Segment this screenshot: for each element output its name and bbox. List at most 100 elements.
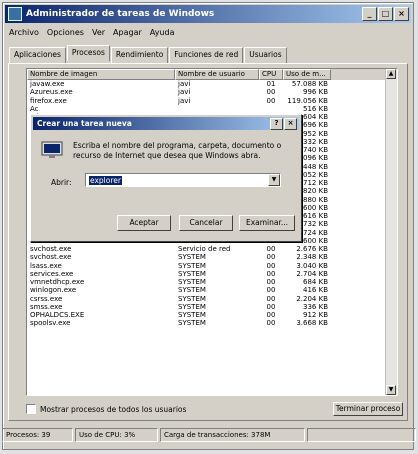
show-all-users-checkbox[interactable] [26,404,36,414]
dialog-close-button[interactable]: × [284,118,297,130]
table-row[interactable]: vmnetdhcp.exe SYSTEM 00 684 KB [27,278,397,286]
dialog-title-bar[interactable]: Crear una tarea nueva ? × [33,117,299,130]
cell-user-name: SYSTEM [178,269,206,278]
cell-memory: 684 KB [303,278,328,286]
cell-cpu: 00 [266,253,276,262]
tab-aplicaciones[interactable]: Aplicaciones [9,47,66,63]
column-header-user-name[interactable]: Nombre de usuario [175,69,259,80]
open-label: Abrir: [51,178,72,187]
cancel-button[interactable]: Cancelar [179,215,233,231]
tab-funciones-de-red[interactable]: Funciones de red [169,47,244,63]
ok-button[interactable]: Aceptar [117,215,171,231]
create-new-task-dialog: Crear una tarea nueva ? × Escriba el nom… [30,114,302,242]
cell-cpu: 01 [266,80,276,88]
scroll-up-icon[interactable]: ▲ [386,69,396,79]
cell-user-name: SYSTEM [178,261,206,270]
dialog-help-button[interactable]: ? [270,118,283,130]
cell-image-name: lsass.exe [30,261,62,270]
status-cpu-usage: Uso de CPU: 3% [75,428,158,442]
combo-dropdown-icon[interactable]: ▼ [268,174,280,186]
table-row[interactable]: spoolsv.exe SYSTEM 00 3.668 KB [27,319,397,327]
table-row[interactable]: firefox.exe javi 00 119.056 KB [27,97,397,105]
cell-cpu [259,105,283,113]
cell-image-name: Azureus.exe [30,88,73,97]
cell-cpu: 00 [266,311,276,319]
cell-user-name: SYSTEM [178,278,206,286]
cell-cpu: 00 [266,319,276,328]
cell-cpu: 00 [266,302,276,311]
cell-user-name: SYSTEM [178,311,206,319]
table-row[interactable]: services.exe SYSTEM 00 2.704 KB [27,270,397,278]
table-row[interactable]: svchost.exe SYSTEM 00 2.348 KB [27,253,397,261]
cell-user-name: SYSTEM [178,319,206,328]
status-bar: Procesos: 39 Uso de CPU: 3% Carga de tra… [2,428,416,442]
cell-image-name: winlogon.exe [30,286,77,295]
menu-ayuda[interactable]: Ayuda [150,28,175,37]
cell-image-name: svchost.exe [30,245,72,253]
table-row[interactable]: smss.exe SYSTEM 00 336 KB [27,303,397,311]
close-button[interactable]: × [394,7,409,21]
process-list-header: Nombre de imagen Nombre de usuario CPU U… [27,69,397,80]
dialog-description: Escriba el nombre del programa, carpeta,… [73,141,282,160]
cell-image-name: csrss.exe [30,294,63,303]
table-row[interactable]: csrss.exe SYSTEM 00 2.204 KB [27,295,397,303]
vertical-scrollbar[interactable]: ▲ ▼ [385,69,397,395]
table-row[interactable]: OPHALDCS.EXE SYSTEM 00 912 KB [27,311,397,319]
cell-user-name: SYSTEM [178,286,206,295]
table-row[interactable]: javaw.exe javi 01 57.088 KB [27,80,397,88]
cell-image-name: Ac [30,104,39,113]
cell-cpu: 00 [266,88,276,97]
table-row[interactable]: Azureus.exe javi 00 996 KB [27,88,397,96]
minimize-button[interactable]: _ [362,7,377,21]
cell-cpu: 00 [266,96,276,105]
cell-user-name: javi [178,96,191,105]
status-commit-charge: Carga de transacciones: 378M [160,428,305,442]
column-header-cpu[interactable]: CPU [259,69,283,80]
cell-cpu: 00 [266,269,276,278]
cell-image-name: firefox.exe [30,96,67,105]
cell-memory: 2.676 KB [296,245,328,253]
table-row[interactable]: svchost.exe Servicio de red 00 2.676 KB [27,245,397,253]
table-row[interactable]: Ac 516 KB [27,105,397,113]
scroll-down-icon[interactable]: ▼ [386,385,396,395]
window-title: Administrador de tareas de Windows [26,9,215,19]
cell-image-name: smss.exe [30,302,63,311]
maximize-button[interactable]: □ [378,7,393,21]
cell-memory: 119.056 KB [287,96,328,105]
column-header-image-name[interactable]: Nombre de imagen [27,69,175,80]
menu-ver[interactable]: Ver [92,28,105,37]
cell-memory: 2.204 KB [296,294,328,303]
tab-usuarios[interactable]: Usuarios [244,47,287,63]
cell-user-name: javi [178,88,191,97]
cell-memory: 416 KB [303,286,328,295]
tab-strip: Aplicaciones Procesos Rendimiento Funcio… [9,45,288,63]
cell-user-name: SYSTEM [178,302,206,311]
cell-cpu: 00 [266,286,276,295]
cell-user-name [175,105,259,113]
cell-image-name: svchost.exe [30,253,72,262]
cell-image-name: OPHALDCS.EXE [30,311,85,319]
table-row[interactable]: winlogon.exe SYSTEM 00 416 KB [27,286,397,294]
title-bar[interactable]: Administrador de tareas de Windows _ □ × [5,5,411,23]
cell-cpu: 00 [266,294,276,303]
open-input-value[interactable]: explorer [89,176,122,185]
menu-bar: Archivo Opciones Ver Apagar Ayuda [5,25,411,39]
open-combobox[interactable]: explorer ▼ [85,173,281,187]
show-all-users-option[interactable]: Mostrar procesos de todos los usuarios [26,404,186,414]
tab-procesos[interactable]: Procesos [66,45,110,61]
table-row[interactable]: lsass.exe SYSTEM 00 3.040 KB [27,262,397,270]
browse-button[interactable]: Examinar... [239,215,295,231]
run-program-icon [41,141,63,158]
cell-image-name: javaw.exe [30,80,65,88]
cell-memory: 516 KB [303,104,328,113]
cell-image-name: services.exe [30,269,74,278]
menu-archivo[interactable]: Archivo [9,28,39,37]
end-process-button[interactable]: Terminar proceso [333,402,403,416]
menu-apagar[interactable]: Apagar [113,28,142,37]
cell-memory: 912 KB [303,311,328,319]
menu-opciones[interactable]: Opciones [47,28,84,37]
column-header-memory[interactable]: Uso de m... [283,69,331,80]
tab-rendimiento[interactable]: Rendimiento [110,47,169,63]
dialog-title: Crear una tarea nueva [37,119,132,128]
cell-memory: 2.348 KB [296,253,328,262]
